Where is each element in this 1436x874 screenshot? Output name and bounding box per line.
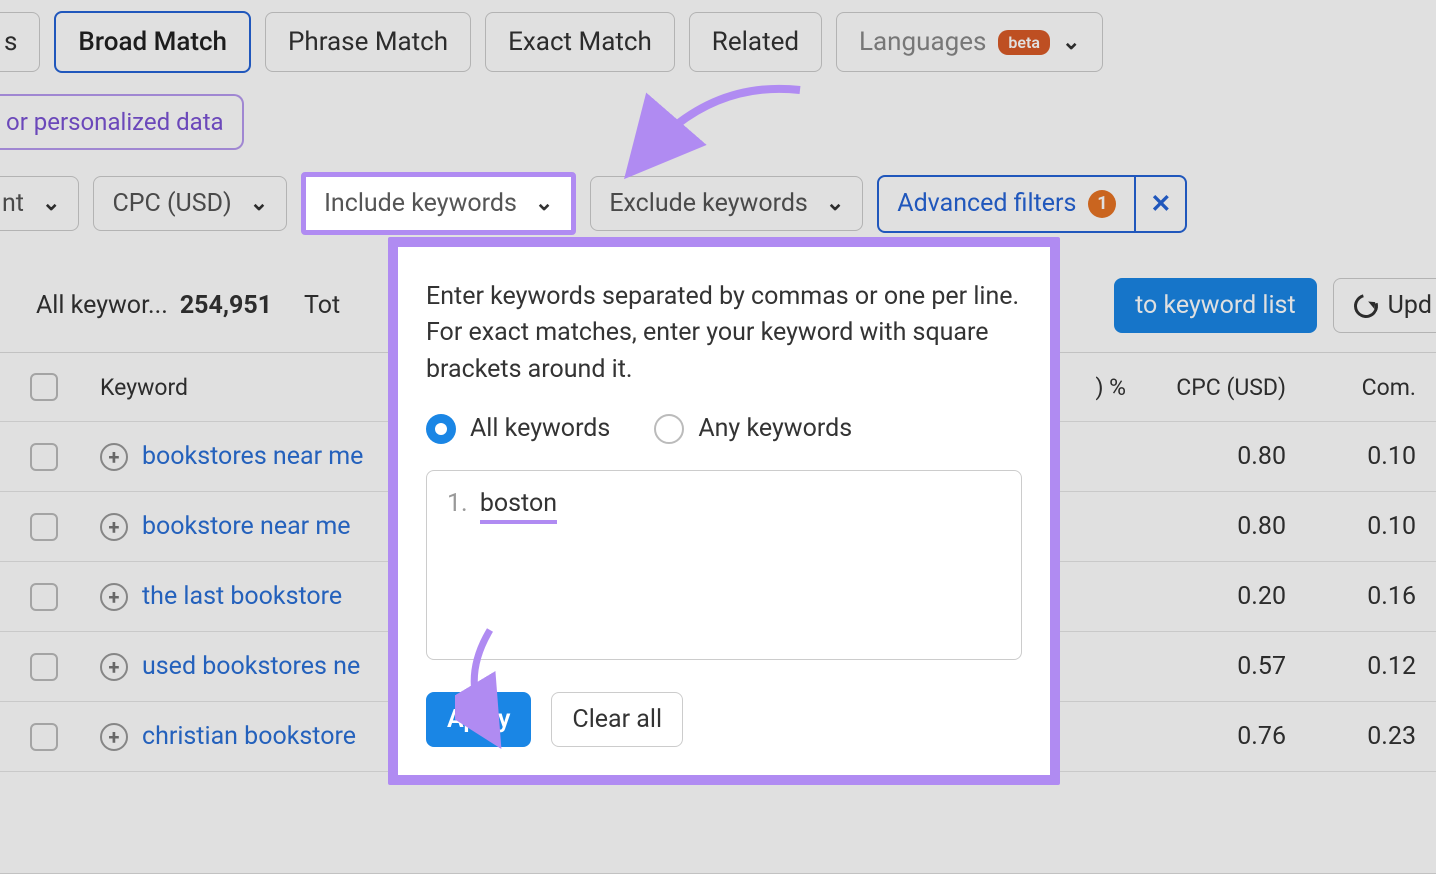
apply-button[interactable]: Apply [426, 692, 531, 747]
advanced-filters[interactable]: Advanced filters 1 ✕ [877, 175, 1187, 233]
advanced-filters-body[interactable]: Advanced filters 1 [879, 177, 1134, 230]
cpc-value: 0.57 [1126, 652, 1286, 681]
com-value: 0.10 [1286, 442, 1416, 471]
select-all-checkbox[interactable] [30, 373, 58, 401]
chevron-down-icon: ⌄ [826, 191, 844, 216]
cpc-value: 0.20 [1126, 582, 1286, 611]
clear-all-button[interactable]: Clear all [551, 692, 683, 747]
all-keywords-count: 254,951 [180, 291, 272, 320]
popover-actions: Apply Clear all [426, 692, 1022, 747]
tab-phrase-match[interactable]: Phrase Match [265, 12, 471, 72]
row-checkbox[interactable] [30, 723, 58, 751]
chevron-down-icon: ⌄ [42, 191, 60, 216]
row-checkbox[interactable] [30, 653, 58, 681]
keyword-link[interactable]: christian bookstore [142, 722, 356, 751]
chevron-down-icon: ⌄ [535, 191, 553, 216]
cpc-value: 0.76 [1126, 722, 1286, 751]
all-keywords-label: All keywor... [36, 291, 168, 320]
row-checkbox[interactable] [30, 513, 58, 541]
keyword-link[interactable]: the last bookstore [142, 582, 342, 611]
total-label: Tot [304, 291, 340, 320]
add-keyword-icon[interactable]: + [100, 583, 128, 611]
filter-cpc[interactable]: CPC (USD) ⌄ [93, 176, 287, 231]
radio-all-keywords[interactable]: All keywords [426, 414, 610, 444]
keyword-link[interactable]: bookstores near me [142, 442, 363, 471]
filter-nt-label: nt [2, 189, 24, 218]
filter-chip-row: nt ⌄ CPC (USD) ⌄ Include keywords ⌄ Excl… [0, 172, 1436, 235]
keyword-entry-value: boston [480, 489, 557, 524]
advanced-filters-count: 1 [1088, 190, 1116, 218]
include-keywords-popover: Enter keywords separated by commas or on… [388, 237, 1060, 785]
filter-cpc-label: CPC (USD) [112, 189, 231, 218]
keyword-link[interactable]: used bookstores ne [142, 652, 360, 681]
personalized-data-hint[interactable]: or personalized data [0, 94, 244, 150]
col-cpc[interactable]: CPC (USD) [1126, 374, 1286, 401]
cpc-value: 0.80 [1126, 512, 1286, 541]
radio-any-keywords[interactable]: Any keywords [654, 414, 852, 444]
chevron-down-icon: ⌄ [250, 191, 268, 216]
com-value: 0.23 [1286, 722, 1416, 751]
tab-exact-match[interactable]: Exact Match [485, 12, 675, 72]
com-value: 0.16 [1286, 582, 1416, 611]
filter-include-label: Include keywords [324, 189, 517, 218]
filter-exclude-keywords[interactable]: Exclude keywords ⌄ [590, 176, 863, 231]
add-keyword-icon[interactable]: + [100, 443, 128, 471]
keyword-entry-number: 1. [447, 489, 468, 518]
row-checkbox[interactable] [30, 443, 58, 471]
update-button[interactable]: Upd [1333, 278, 1436, 333]
tab-broad-match[interactable]: Broad Match [54, 11, 251, 73]
add-keyword-icon[interactable]: + [100, 653, 128, 681]
filter-include-keywords[interactable]: Include keywords ⌄ [301, 172, 576, 235]
tab-partial[interactable]: s [0, 12, 40, 72]
keyword-link[interactable]: bookstore near me [142, 512, 351, 541]
keywords-textarea[interactable]: 1. boston [426, 470, 1022, 660]
chevron-down-icon: ⌄ [1062, 30, 1080, 55]
row-checkbox[interactable] [30, 583, 58, 611]
add-keyword-icon[interactable]: + [100, 513, 128, 541]
tab-languages[interactable]: Languages beta ⌄ [836, 12, 1103, 72]
beta-badge: beta [998, 30, 1050, 55]
radio-all-label: All keywords [470, 414, 610, 443]
cpc-value: 0.80 [1126, 442, 1286, 471]
com-value: 0.10 [1286, 512, 1416, 541]
com-value: 0.12 [1286, 652, 1416, 681]
radio-any-label: Any keywords [698, 414, 852, 443]
popover-instructions: Enter keywords separated by commas or on… [426, 279, 1022, 388]
tab-related[interactable]: Related [689, 12, 822, 72]
advanced-filters-label: Advanced filters [897, 189, 1076, 218]
update-label: Upd [1388, 291, 1432, 320]
add-keyword-icon[interactable]: + [100, 723, 128, 751]
right-actions: to keyword list Upd [1114, 278, 1436, 333]
filter-nt[interactable]: nt ⌄ [0, 176, 79, 231]
filter-exclude-label: Exclude keywords [609, 189, 808, 218]
col-com[interactable]: Com. [1286, 374, 1416, 401]
match-mode-radios: All keywords Any keywords [426, 414, 1022, 444]
match-tabs: s Broad Match Phrase Match Exact Match R… [0, 11, 1436, 73]
tab-languages-label: Languages [859, 27, 986, 57]
advanced-filters-close[interactable]: ✕ [1134, 177, 1185, 231]
add-to-keyword-list-button[interactable]: to keyword list [1114, 278, 1317, 333]
refresh-icon [1349, 289, 1382, 322]
